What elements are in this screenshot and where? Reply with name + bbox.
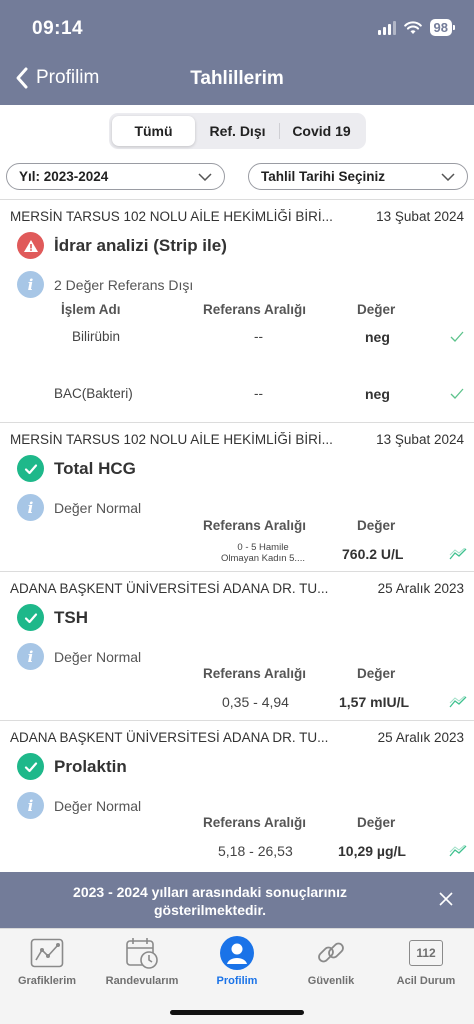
result-status-note: Değer Normal	[54, 499, 142, 516]
link-icon	[313, 935, 349, 971]
row-reference: --	[254, 386, 263, 401]
reference-range: 0 - 5 Hamile Olmayan Kadın 5....	[200, 542, 326, 564]
check-circle-icon	[17, 455, 44, 482]
tab-label: Grafiklerim	[17, 975, 77, 987]
column-header-reference: Referans Aralığı	[203, 518, 307, 533]
result-status-note: Değer Normal	[54, 648, 142, 665]
test-name: Prolaktin	[54, 756, 127, 776]
test-name: TSH	[54, 607, 88, 627]
info-toast: 2023 - 2024 yılları arasındaki sonuçları…	[0, 872, 474, 928]
chevron-down-icon	[441, 172, 455, 181]
result-status-note: 2 Değer Referans Dışı	[54, 276, 194, 293]
tab-randevularim[interactable]: Randevularım	[95, 935, 189, 987]
result-card[interactable]: ADANA BAŞKENT ÜNİVERSİTESİ ADANA DR. TU.…	[0, 720, 474, 872]
tab-label: Güvenlik	[307, 975, 355, 987]
emergency-112-label: 112	[409, 940, 443, 966]
reference-range-line: 0 - 5 Hamile	[237, 542, 289, 553]
info-icon: i	[17, 792, 44, 819]
result-value: 10,29 µg/L	[338, 843, 406, 859]
segment-covid19[interactable]: Covid 19	[280, 116, 363, 146]
column-header-reference: Referans Aralığı	[203, 302, 307, 317]
chevron-down-icon	[198, 172, 212, 181]
segment-all[interactable]: Tümü	[112, 116, 195, 146]
result-value: 760.2 U/L	[342, 546, 404, 562]
clinic-name: MERSİN TARSUS 102 NOLU AİLE HEKİMLİĞİ Bİ…	[10, 432, 333, 447]
reference-range: 0,35 - 4,94	[222, 694, 289, 710]
result-card[interactable]: MERSİN TARSUS 102 NOLU AİLE HEKİMLİĞİ Bİ…	[0, 199, 474, 422]
result-status-note: Değer Normal	[54, 797, 142, 814]
clinic-name: ADANA BAŞKENT ÜNİVERSİTESİ ADANA DR. TU.…	[10, 581, 329, 596]
row-reference: --	[254, 329, 263, 344]
check-icon	[450, 388, 464, 399]
clinic-name: ADANA BAŞKENT ÜNİVERSİTESİ ADANA DR. TU.…	[10, 730, 329, 745]
column-header-value: Değer	[357, 302, 396, 317]
trend-chart-icon[interactable]	[449, 845, 467, 857]
test-name: Total HCG	[54, 458, 136, 478]
column-header-name: İşlem Adı	[61, 302, 121, 317]
result-date: 25 Aralık 2023	[377, 581, 464, 596]
wifi-icon	[403, 21, 422, 34]
tab-guvenlik[interactable]: Güvenlik	[284, 935, 378, 987]
check-circle-icon	[17, 753, 44, 780]
test-date-select[interactable]: Tahlil Tarihi Seçiniz	[248, 163, 468, 190]
result-value: 1,57 mIU/L	[339, 694, 410, 710]
test-name: İdrar analizi (Strip ile)	[54, 235, 227, 255]
reference-range-line: Olmayan Kadın 5....	[221, 553, 305, 564]
toast-message: 2023 - 2024 yılları arasındaki sonuçları…	[73, 884, 347, 918]
status-icons: 98	[377, 19, 456, 36]
close-icon[interactable]	[438, 891, 454, 907]
page-title: Tahlillerim	[190, 68, 284, 89]
tab-label: Acil Durum	[396, 975, 456, 987]
row-name: Bilirübin	[72, 329, 121, 344]
home-indicator	[170, 1010, 304, 1015]
app-header: 09:14 98 Profilim Tahlillerim	[0, 0, 474, 105]
cellular-signal-icon	[377, 20, 396, 35]
segment-out-of-range[interactable]: Ref. Dışı	[196, 116, 279, 146]
tab-acil-durum[interactable]: 112 Acil Durum	[379, 935, 473, 987]
column-header-reference: Referans Aralığı	[203, 666, 307, 681]
column-header-value: Değer	[357, 815, 396, 830]
column-header-value: Değer	[357, 666, 396, 681]
tab-label: Profilim	[216, 975, 258, 987]
result-card[interactable]: ADANA BAŞKENT ÜNİVERSİTESİ ADANA DR. TU.…	[0, 571, 474, 720]
clinic-name: MERSİN TARSUS 102 NOLU AİLE HEKİMLİĞİ Bİ…	[10, 209, 333, 224]
test-date-select-value: Tahlil Tarihi Seçiniz	[261, 169, 386, 184]
status-time: 09:14	[32, 18, 84, 39]
info-icon: i	[17, 643, 44, 670]
result-card[interactable]: MERSİN TARSUS 102 NOLU AİLE HEKİMLİĞİ Bİ…	[0, 422, 474, 571]
year-select[interactable]: Yıl: 2023-2024	[6, 163, 225, 190]
reference-range: 5,18 - 26,53	[218, 843, 293, 859]
trend-chart-icon[interactable]	[449, 696, 467, 708]
tab-label: Randevularım	[105, 975, 179, 987]
row-value: neg	[365, 386, 390, 402]
filter-segmented-control: Tümü Ref. Dışı Covid 19	[109, 113, 366, 149]
row-name: BAC(Bakteri)	[54, 386, 133, 401]
row-value: neg	[365, 329, 390, 345]
tab-profilim[interactable]: Profilim	[190, 935, 284, 987]
emergency-112-icon: 112	[408, 935, 444, 971]
column-header-reference: Referans Aralığı	[203, 815, 307, 830]
check-icon	[450, 331, 464, 342]
chart-icon	[29, 935, 65, 971]
result-date: 13 Şubat 2024	[376, 432, 464, 447]
tab-grafiklerim[interactable]: Grafiklerim	[0, 935, 94, 987]
check-circle-icon	[17, 604, 44, 631]
column-header-value: Değer	[357, 518, 396, 533]
info-icon: i	[17, 271, 44, 298]
result-date: 25 Aralık 2023	[377, 730, 464, 745]
info-icon: i	[17, 494, 44, 521]
warning-icon	[17, 232, 44, 259]
result-date: 13 Şubat 2024	[376, 209, 464, 224]
year-select-value: Yıl: 2023-2024	[19, 169, 109, 184]
calendar-icon	[124, 935, 160, 971]
profile-icon	[219, 935, 255, 971]
battery-icon: 98	[429, 19, 456, 36]
trend-chart-icon[interactable]	[449, 548, 467, 560]
